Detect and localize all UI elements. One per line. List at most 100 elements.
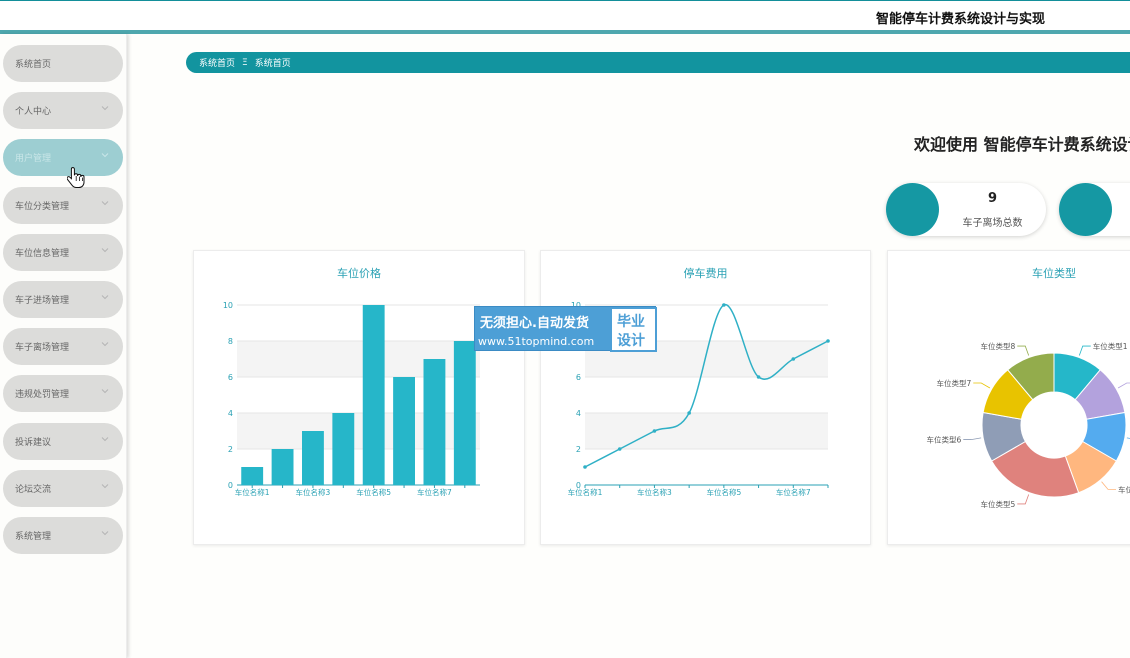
data-point <box>617 447 622 451</box>
x-tick-label: 车位名称1 <box>568 487 603 497</box>
sidebar-item-1[interactable]: 系统首页 <box>3 45 123 82</box>
chart-panel-price: 车位价格 0 2 4 6 8 10 车位名称1 车位名称3 车位名称5 车位名称7 <box>193 250 525 545</box>
sidebar-item-label: 投诉建议 <box>15 437 52 448</box>
y-tick-label: 6 <box>576 373 581 382</box>
slice-label: 车位类型1 <box>1093 341 1128 351</box>
y-tick-label: 4 <box>228 409 233 418</box>
sidebar-item-label: 车位信息管理 <box>15 248 70 259</box>
sidebar-item-6[interactable]: 车子进场管理 <box>3 281 123 318</box>
sidebar-item-7[interactable]: 车子离场管理 <box>3 328 123 366</box>
chart-panel-type: 车位类型 车位类型1车位类型2车位类型3车位类型4车位类型5车位类型6车位类型7… <box>887 250 1130 545</box>
bar <box>423 359 446 485</box>
breadcrumb-separator: Ξ <box>242 57 248 68</box>
app-title: 智能停车计费系统设计与实现 <box>876 12 1046 27</box>
chevron-down-icon <box>101 436 109 441</box>
slice-label: 车位类型7 <box>936 378 971 388</box>
slice-label-line <box>1078 345 1091 356</box>
sidebar: 系统首页个人中心用户管理车位分类管理 车位信息管理 车子进场管理 车子离场管理 违规处罚… <box>0 34 127 658</box>
breadcrumb-current: 系统首页 <box>254 59 291 69</box>
y-tick-label: 10 <box>223 301 233 310</box>
grid-band <box>585 413 828 449</box>
y-tick-label: 2 <box>228 445 233 454</box>
stat-card-2 <box>1059 183 1130 236</box>
stat-icon-circle <box>1059 183 1112 236</box>
sidebar-item-3[interactable]: 用户管理 <box>3 139 123 177</box>
slice-label-line <box>963 437 982 440</box>
y-tick-label: 4 <box>576 409 581 418</box>
bar <box>453 341 476 485</box>
slice-label-line <box>1017 345 1030 356</box>
breadcrumb-root[interactable]: 系统首页 <box>199 56 235 69</box>
bar <box>241 467 264 485</box>
stat-icon-circle <box>886 183 939 236</box>
x-tick-label: 车位名称1 <box>235 487 270 497</box>
welcome-text: 欢迎使用 智能停车计费系统设计 <box>914 135 1130 154</box>
data-point <box>791 357 796 361</box>
sidebar-item-label: 车位分类管理 <box>15 201 70 212</box>
bar <box>362 305 385 485</box>
slice-label-line <box>1017 494 1030 505</box>
bar <box>302 431 324 485</box>
slice-label: 车位类型8 <box>980 341 1015 351</box>
line-chart: 0246810车位名称1车位名称3车位名称5车位名称7 <box>568 301 830 497</box>
chevron-down-icon <box>101 247 109 253</box>
chevron-down-icon <box>101 531 109 536</box>
hand-cursor-icon <box>67 167 85 188</box>
chevron-down-icon <box>101 483 109 489</box>
sidebar-item-label: 论坛交流 <box>15 484 52 495</box>
sidebar-item-label: 系统管理 <box>15 532 52 542</box>
data-point <box>583 465 587 469</box>
data-point <box>826 339 830 343</box>
x-tick-label: 车位名称7 <box>417 487 452 497</box>
slice-label-line <box>1101 481 1116 490</box>
slice-label: 车位类型4 <box>1118 484 1130 494</box>
breadcrumb: 系统首页 Ξ 系统首页 <box>186 52 1130 73</box>
sidebar-item-4[interactable]: 车位分类管理 <box>3 186 123 224</box>
watermark-line1: 无须担心.自动发货 <box>480 316 589 331</box>
sidebar-item-9[interactable]: 投诉建议 <box>3 422 123 460</box>
chevron-down-icon <box>101 200 109 205</box>
y-tick-label: 0 <box>228 481 233 490</box>
sidebar-item-label: 个人中心 <box>15 107 52 118</box>
sidebar-item-label: 用户管理 <box>15 154 52 165</box>
sidebar-item-label: 车子离场管理 <box>15 343 70 354</box>
x-tick-label: 车位名称3 <box>296 487 331 497</box>
bar <box>271 449 294 485</box>
x-tick-label: 车位名称5 <box>706 487 741 497</box>
x-tick-label: 车位名称5 <box>356 487 391 497</box>
sidebar-item-label: 系统首页 <box>15 60 52 70</box>
bar <box>393 377 415 485</box>
top-header: 智能停车计费系统设计与实现 <box>0 0 1130 30</box>
data-point <box>756 375 761 379</box>
y-tick-label: 6 <box>228 373 233 382</box>
stat-card-exit-total: 9 车子离场总数 <box>886 183 1046 236</box>
bar <box>332 413 355 485</box>
slice-label: 车位类型6 <box>926 435 961 445</box>
chart-panel-fee: 停车费用 0246810车位名称1车位名称3车位名称5车位名称7 <box>540 250 871 545</box>
chevron-down-icon <box>101 153 109 158</box>
sidebar-item-2[interactable]: 个人中心 <box>3 92 123 130</box>
sidebar-item-11[interactable]: 系统管理 <box>3 517 123 554</box>
x-tick-label: 车位名称3 <box>637 487 672 497</box>
bar-chart: 0 2 4 6 8 10 车位名称1 车位名称3 车位名称5 车位名称7 <box>223 301 480 497</box>
y-tick-label: 8 <box>228 337 233 346</box>
sidebar-item-10[interactable]: 论坛交流 <box>3 469 123 507</box>
chevron-down-icon <box>101 342 109 347</box>
sidebar-item-8[interactable]: 违规处罚管理 <box>3 375 123 413</box>
watermark-box-line1: 毕业 <box>617 314 645 330</box>
pie-chart: 车位类型1车位类型2车位类型3车位类型4车位类型5车位类型6车位类型7车位类型8 <box>926 341 1130 509</box>
chevron-down-icon <box>101 106 109 111</box>
watermark-box-line2: 设计 <box>617 333 645 349</box>
sidebar-item-label: 违规处罚管理 <box>15 390 70 401</box>
stat-label: 车子离场总数 <box>962 218 1023 229</box>
x-tick-label: 车位名称7 <box>776 487 811 497</box>
slice-label-line <box>973 382 991 389</box>
data-point <box>652 429 657 433</box>
slice-label-line <box>1117 382 1130 389</box>
sidebar-item-label: 车子进场管理 <box>15 296 70 306</box>
chevron-down-icon <box>101 295 109 300</box>
sidebar-item-5[interactable]: 车位信息管理 <box>3 233 123 271</box>
data-point <box>722 303 726 307</box>
watermark-line2: www.51topmind.com <box>478 335 595 348</box>
slice-label: 车位类型5 <box>980 499 1015 509</box>
